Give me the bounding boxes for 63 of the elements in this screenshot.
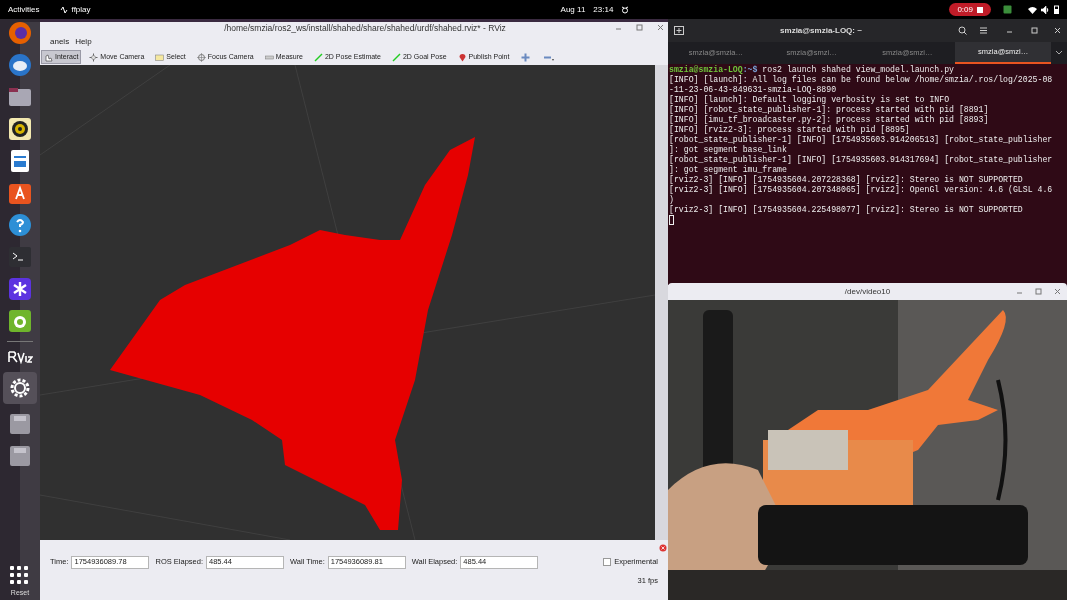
clock-date[interactable]: Aug 11: [560, 3, 586, 16]
terminal-icon[interactable]: [8, 245, 32, 269]
help-icon[interactable]: [8, 213, 32, 237]
log-line: [rviz2-3] [INFO] [1754935604.207228368] [rviz2]: Stereo is NOT SUPPORTED: [669, 175, 1024, 185]
drive-icon[interactable]: [8, 412, 32, 436]
close-icon[interactable]: [1054, 27, 1061, 34]
recording-indicator[interactable]: 0:09: [949, 3, 991, 16]
folder-icon[interactable]: [8, 85, 32, 109]
log-line: ): [669, 195, 675, 205]
window-title: smzia@smzia-LOQ: ~: [779, 24, 863, 37]
log-line: [INFO] [rviz2-3]: process started with pid [8895]: [669, 125, 911, 135]
stop-icon: [977, 6, 983, 13]
menu-icon[interactable]: [979, 26, 988, 35]
speaker-icon[interactable]: [8, 117, 32, 141]
browser-icon[interactable]: [8, 21, 32, 45]
log-line: [INFO] [imu_tf_broadcaster.py-2]: process started with pid [8893]: [669, 115, 990, 125]
checkbox[interactable]: [603, 558, 612, 566]
ruler-icon: [264, 52, 274, 62]
text-cursor: [669, 215, 674, 225]
drive-icon[interactable]: [8, 444, 32, 468]
document-icon[interactable]: [8, 149, 32, 173]
recording-time: 0:09: [957, 3, 973, 16]
asterisk-icon[interactable]: [8, 277, 32, 301]
prompt-path: :~$: [742, 65, 758, 74]
maximize-icon[interactable]: [1031, 27, 1038, 34]
log-line: [INFO] [launch]: All log files can be found below /home/smzia/.ros/log/2025-08: [669, 75, 1054, 85]
new-tab-icon[interactable]: [674, 26, 684, 35]
log-line: ]: got segment base_link: [669, 145, 788, 155]
rviz-logo-icon[interactable]: [7, 350, 33, 364]
rectangle-icon: [155, 52, 165, 62]
close-panel-icon[interactable]: [659, 544, 667, 552]
window-title: /dev/video10: [844, 285, 891, 298]
menu-item[interactable]: Help: [75, 36, 92, 48]
command-text: ros2 launch shahed view_model.launch.py: [761, 65, 954, 74]
pin-icon: [457, 52, 467, 62]
store-icon[interactable]: [8, 181, 32, 205]
move-icon: [89, 52, 99, 62]
window-title: /home/smzia/ros2_ws/install/shahed/share/shahed/urdf/shahed.rviz* - RViz: [223, 22, 506, 35]
volume-icon[interactable]: [1041, 5, 1050, 14]
search-icon[interactable]: [958, 26, 967, 35]
scrollbar[interactable]: [655, 65, 668, 540]
log-line: [rviz2-3] [INFO] [1754935604.207348065] [rviz2]: OpenGl version: 4.6 (GLSL 4.6: [669, 185, 1054, 195]
clock-time[interactable]: 23:14: [593, 3, 614, 16]
app-indicator-icon[interactable]: [1003, 5, 1012, 14]
app-menu[interactable]: ffplay: [71, 3, 91, 16]
alarm-icon: [621, 5, 630, 14]
dock-active-item[interactable]: [3, 372, 37, 404]
activities-button[interactable]: Activities: [8, 3, 40, 16]
log-line: [rviz2-3] [INFO] [1754935604.225498077] [rviz2]: Stereo is NOT SUPPORTED: [669, 205, 1024, 215]
log-line: -11-23-06-43-849631-smzia-LOQ-8890: [669, 85, 838, 95]
log-line: ]: got segment imu_frame: [669, 165, 788, 175]
add-tool-icon[interactable]: [521, 52, 531, 62]
crosshair-icon: [196, 52, 206, 62]
prompt-user: smzia@smzia-LOQ: [669, 65, 743, 74]
log-line: [INFO] [launch]: Default logging verbosity is set to INFO: [669, 95, 951, 105]
menu-item[interactable]: anels: [50, 36, 70, 48]
battery-icon[interactable]: [1054, 5, 1059, 14]
log-line: [INFO] [robot_state_publisher-1]: process started with pid [8891]: [669, 105, 990, 115]
app-icon: [59, 5, 68, 14]
log-line: [robot_state_publisher-1] [INFO] [1754935603.914317694] [robot_state_publisher: [669, 155, 1054, 165]
log-line: [robot_state_publisher-1] [INFO] [1754935603.914206513] [robot_state_publisher: [669, 135, 1054, 145]
settings-icon: [8, 376, 32, 400]
wifi-icon[interactable]: [1028, 5, 1037, 14]
